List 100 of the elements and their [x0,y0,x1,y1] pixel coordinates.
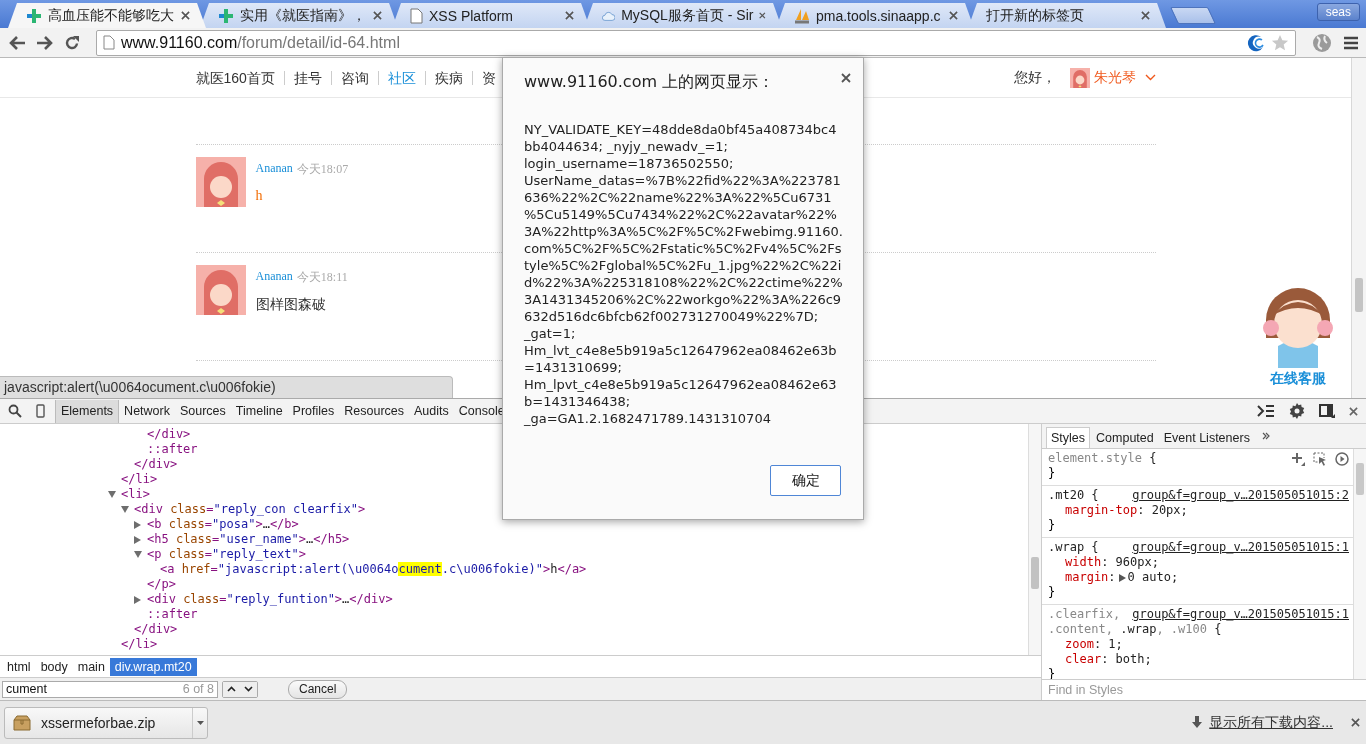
author-name[interactable]: Ananan [255,161,293,178]
devtools-tab[interactable]: Elements [55,399,120,423]
close-icon[interactable] [949,11,958,20]
support-label[interactable]: 在线客服 [1270,370,1326,388]
source-link[interactable]: group&f=group_v…201505051015:2 [1132,488,1349,503]
cross-icon [218,7,234,24]
close-icon[interactable] [181,11,190,20]
greeting: 您好， [1013,68,1056,87]
devtools-tab[interactable]: Timeline [230,399,288,423]
nav-link[interactable]: 社区 [377,70,425,85]
sidebar-tab[interactable]: Styles [1046,427,1091,448]
back-icon[interactable] [8,34,26,51]
css-property-value: 20px; [1151,503,1188,518]
ok-button[interactable]: 确定 [770,465,841,496]
mobile-icon[interactable] [36,404,45,418]
reload-icon[interactable] [64,34,80,51]
forward-icon[interactable] [36,34,54,51]
close-icon[interactable] [565,11,574,20]
dock-icon[interactable] [1319,404,1335,418]
sail-icon [794,7,810,24]
address-field[interactable]: www.91160.com/forum/detail/id-64.html [96,29,1296,56]
close-icon[interactable] [841,73,851,83]
star-icon[interactable] [1271,33,1289,52]
cancel-button[interactable]: Cancel [288,679,348,699]
settings-icon[interactable] [1289,403,1305,419]
disclosure-icon[interactable] [108,491,116,498]
nav-link[interactable]: 就医160首页 [195,70,284,85]
chevron-up-icon[interactable] [227,686,236,692]
chevron-down-icon[interactable] [244,686,253,692]
nav-link[interactable]: 挂号 [283,70,331,85]
css-selector: .mt20 { [1048,488,1099,503]
search-icon[interactable] [8,404,22,418]
dialog-message: NY_VALIDATE_KEY=48dde8da0bf45a408734bc4bb4044634; _nyjy_newadv_=1; login_username=18736502550; UserName_datas=%7B%22fid%22%3A%223781636%22%2C%22name%22%3A%22%5Cu6731%5Cu5149%5Cu7434%22%2C%22avatar%22%3A%22http%3A%5C%2F%5C%2Fwebimg.91160.com%5C%2F%5C%2Fstatic%5C%2Fv4%5C%2Fstyle%5C%2Fglobal%5C%2Fu_1.jpg%22%2C%22id%22%3A%225318108%22%2C%22ctime%22%3A1431345206%2C%22workgo%22%3A%226c9632d516dc6bfcb62f002731270049%22%7D; _gat=1; Hm_lvt_c4e8e5b919a5c12647962ea08462e63b=1431310699; Hm_lpvt_c4e8e5b919a5c12647962ea08462e63b=1431346438; _ga=GA1.2.1682471789.1431310704 [524,121,843,427]
play-icon[interactable] [1335,451,1349,466]
closing-brace: } [1048,585,1056,599]
devtools-tab[interactable]: Sources [174,399,231,423]
package-icon [13,714,31,731]
download-icon [1191,715,1204,730]
scrollbar[interactable] [1028,424,1041,655]
disclosure-icon[interactable] [134,595,141,604]
css-property-value: 1; [1108,637,1123,652]
close-icon[interactable] [1141,11,1150,20]
file-name: xssermeforbae.zip [41,714,157,731]
close-icon[interactable] [1349,406,1358,416]
css-selector: .wrap { [1048,540,1099,555]
breadcrumb[interactable]: html [2,657,36,676]
page-icon [410,7,423,24]
disclosure-icon[interactable] [121,506,129,513]
devtools-tab[interactable]: Profiles [287,399,340,423]
breadcrumb[interactable]: div.wrap.mt20 [109,657,197,676]
double-chevron-icon[interactable] [1261,432,1270,440]
scrollbar[interactable] [1353,449,1366,679]
cross-icon [26,7,42,24]
caret-icon[interactable] [196,720,204,725]
devtools-tab[interactable]: Network [119,399,175,423]
code-line: </div> [134,622,178,637]
breadcrumb[interactable]: body [35,657,73,676]
avatar [195,157,246,207]
url-path: /forum/detail/id-64.html [237,33,400,51]
devtools-tab[interactable]: Audits [409,399,454,423]
show-all-downloads-link[interactable]: 显示所有下载内容... [1209,713,1333,732]
close-icon[interactable] [373,11,382,20]
sidebar-tab[interactable]: Computed [1092,428,1158,448]
avatar [1069,67,1090,88]
scrollbar[interactable] [1351,58,1366,398]
close-icon[interactable] [759,11,766,20]
avatar [195,265,246,315]
css-property-value: 0 auto; [1127,570,1179,585]
console-drawer-icon[interactable] [1257,404,1275,418]
source-link[interactable]: group&f=group_v…201505051015:1 [1132,607,1349,622]
browser-tab[interactable]: 打开新的标签页 [968,3,1166,28]
devtools-tab[interactable]: Resources [339,399,410,423]
author-name[interactable]: Ananan [255,269,293,286]
match-count: 6 of 8 [182,682,214,696]
css-property-value: both; [1115,652,1152,667]
crescent-icon[interactable] [1245,33,1265,52]
breadcrumb[interactable]: main [72,657,110,676]
disclosure-icon[interactable] [134,535,141,544]
closing-brace: } [1048,466,1056,480]
sidebar-tab[interactable]: Event Listeners [1159,428,1254,448]
plus-icon[interactable] [1291,451,1305,466]
comment-time: 今天18:11 [296,269,348,286]
user-name[interactable]: 朱光琴 [1093,68,1136,87]
code-line: ::after [147,607,198,622]
nav-link[interactable]: 咨询 [330,70,378,85]
disclosure-icon[interactable] [134,520,141,529]
nav-link[interactable]: 疾病 [424,70,472,85]
disclosure-icon[interactable] [134,551,142,558]
disclosure-icon[interactable] [1118,573,1126,582]
code-line: </div> [134,457,178,472]
dialog-title: www.91160.com 上的网页显示： [524,72,776,93]
code-line: </li> [121,637,158,652]
browser-tab[interactable]: 高血压能不能够吃大 [8,3,206,28]
source-link[interactable]: group&f=group_v…201505051015:1 [1132,540,1349,555]
download-item[interactable]: xssermeforbae.zip [4,706,208,739]
menu-icon[interactable] [1342,34,1360,51]
search-field[interactable]: cument 6 of 8 [2,680,218,698]
element-picker-icon[interactable] [1313,451,1327,466]
css-property-name: margin: [1065,570,1116,585]
close-icon[interactable] [1351,718,1360,727]
